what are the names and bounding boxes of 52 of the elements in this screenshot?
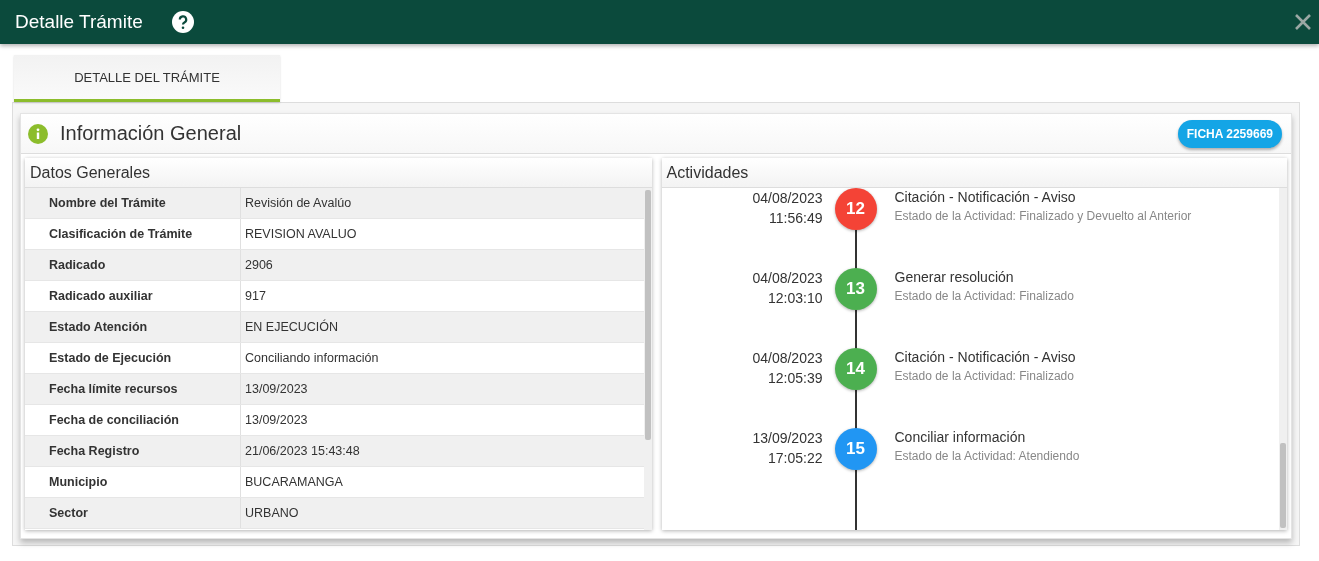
activity-title: Citación - Notificación - Aviso (894, 348, 1077, 366)
field-value: Conciliando información (244, 351, 379, 365)
field-value: Revisión de Avalúo (244, 196, 352, 210)
activity-number: 12 (834, 188, 877, 230)
activity-number: 13 (834, 268, 877, 310)
activity-time: 11:56:49 (769, 209, 823, 228)
field-label: Municipio (25, 467, 241, 497)
help-icon[interactable] (171, 11, 194, 33)
info-icon (28, 123, 48, 144)
panel-title: Actividades (666, 163, 749, 182)
field-value: EN EJECUCIÓN (244, 320, 339, 334)
field-label: Sector (25, 498, 241, 528)
activity-date: 04/08/2023 (752, 189, 823, 208)
scrollbar[interactable] (1279, 188, 1287, 530)
window-title: Detalle Trámite (15, 11, 143, 33)
activity-time: 12:05:39 (768, 369, 823, 388)
close-icon[interactable] (1293, 12, 1313, 32)
activity-date: 13/09/2023 (752, 429, 823, 448)
field-label: Fecha límite recursos (25, 374, 241, 404)
activity-title: Conciliar información (894, 428, 1027, 446)
panel-title: Datos Generales (30, 163, 151, 182)
field-value: 13/09/2023 (244, 413, 308, 427)
field-label: Nombre del Trámite (25, 188, 241, 218)
field-value: BUCARAMANGA (244, 475, 343, 489)
scrollbar[interactable] (643, 188, 652, 530)
field-label: Clasificación de Trámite (25, 219, 241, 249)
section-title: Información General (60, 122, 242, 145)
activity-title: Generar resolución (894, 268, 1015, 286)
activity-number: 15 (834, 428, 877, 470)
field-value: 13/09/2023 (244, 382, 308, 396)
field-label: Estado de Ejecución (25, 343, 241, 373)
activity-date: 04/08/2023 (752, 269, 823, 288)
activity-status: Estado de la Actividad: Finalizado (894, 288, 1075, 305)
activity-status: Estado de la Actividad: Finalizado y Devuelto al Anterior (894, 208, 1193, 225)
activity-time: 12:03:10 (768, 289, 823, 308)
field-label: Radicado (25, 250, 241, 280)
field-value: 21/06/2023 15:43:48 (244, 444, 360, 458)
activity-title: Citación - Notificación - Aviso (894, 188, 1077, 206)
field-value: 2906 (244, 258, 273, 272)
field-label: Fecha de conciliación (25, 405, 241, 435)
field-value: URBANO (244, 506, 299, 520)
field-label: Radicado auxiliar (25, 281, 241, 311)
activity-time: 17:05:22 (768, 449, 823, 468)
activity-date: 04/08/2023 (752, 349, 823, 368)
field-label: Estado Atención (25, 312, 241, 342)
field-value: REVISION AVALUO (244, 227, 357, 241)
activity-status: Estado de la Actividad: Finalizado (894, 368, 1075, 385)
activity-status: Estado de la Actividad: Atendiendo (894, 448, 1081, 465)
field-value: 917 (244, 289, 266, 303)
field-label: Fecha Registro (25, 436, 241, 466)
tab[interactable]: DETALLE DEL TRÁMITE (14, 55, 280, 102)
activity-number: 14 (834, 348, 877, 390)
